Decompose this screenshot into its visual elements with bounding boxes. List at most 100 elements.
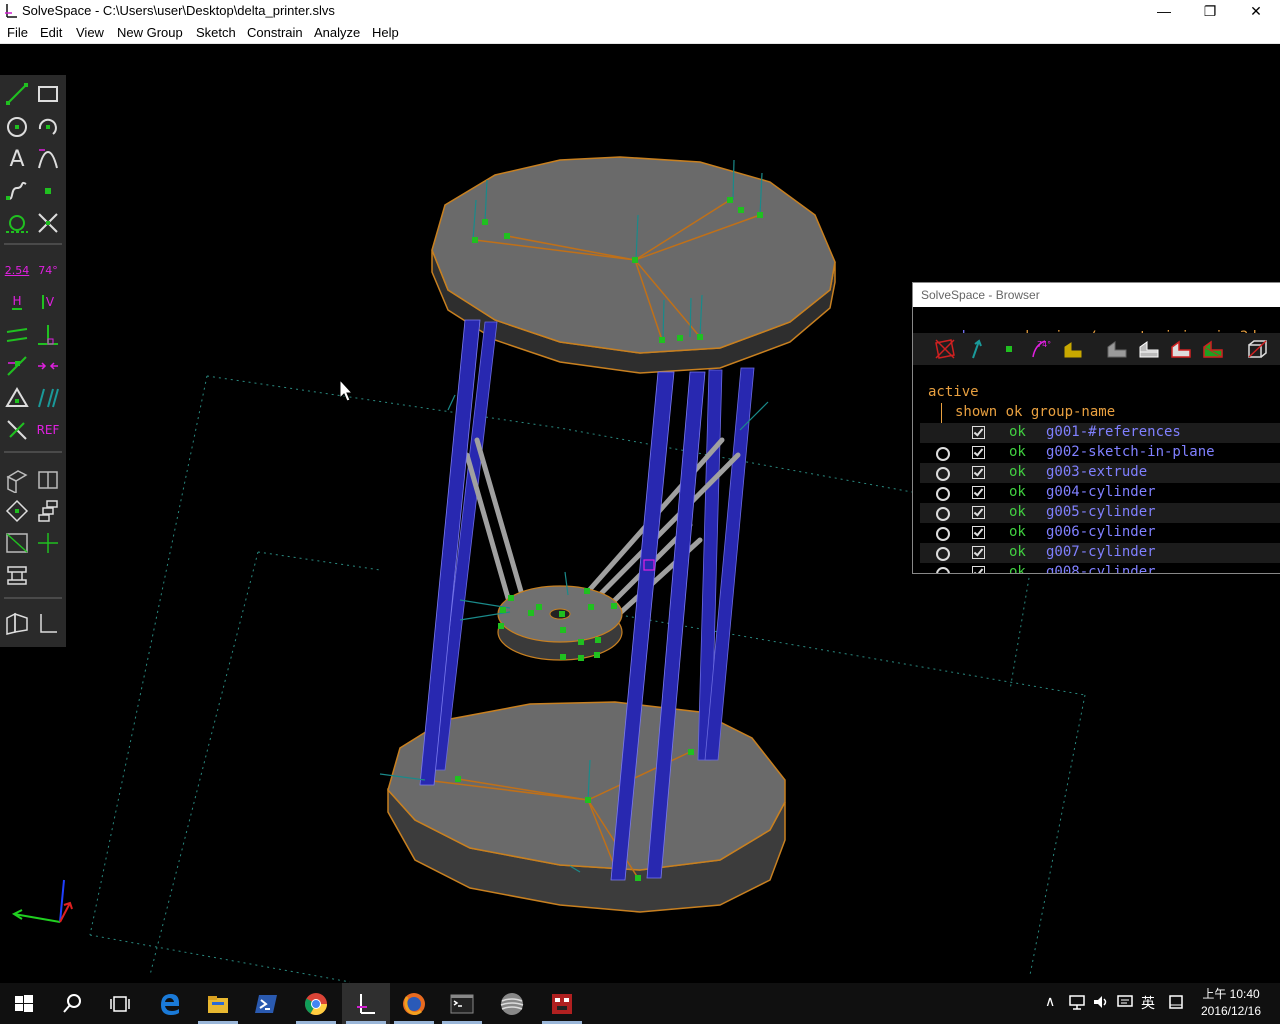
circle-tool-icon[interactable] bbox=[2, 112, 32, 142]
center-view-icon[interactable] bbox=[2, 560, 32, 590]
point-tool-icon[interactable] bbox=[33, 176, 63, 206]
menu-constrain[interactable]: Constrain bbox=[247, 25, 303, 40]
group-active-radio[interactable] bbox=[936, 527, 950, 541]
group-name-link[interactable]: g003-extrude bbox=[1046, 464, 1147, 480]
arc-tool-icon[interactable] bbox=[33, 112, 63, 142]
group-row[interactable]: ok g002-sketch-in-plane bbox=[920, 443, 1280, 463]
point-on-line-constraint-icon[interactable] bbox=[2, 351, 32, 381]
edge-icon[interactable] bbox=[146, 983, 194, 1024]
show-workplanes-icon[interactable] bbox=[931, 336, 959, 362]
group-shown-checkbox[interactable] bbox=[972, 446, 985, 459]
menu-new-group[interactable]: New Group bbox=[117, 25, 183, 40]
symmetric-constraint-icon[interactable] bbox=[33, 351, 63, 381]
menu-analyze[interactable]: Analyze bbox=[314, 25, 360, 40]
powershell-icon[interactable] bbox=[242, 983, 290, 1024]
group-row[interactable]: ok g008-cylinder bbox=[920, 563, 1280, 573]
new-workplane-icon[interactable] bbox=[2, 465, 32, 495]
split-curves-tool-icon[interactable] bbox=[33, 208, 63, 238]
clock[interactable]: 上午 10:40 2016/12/16 bbox=[1196, 986, 1266, 1020]
group-row[interactable]: ok g001-#references bbox=[920, 423, 1280, 443]
effector-platform[interactable] bbox=[497, 585, 623, 661]
group-name-link[interactable]: g006-cylinder bbox=[1046, 524, 1156, 540]
new-sketch-in-plane-icon[interactable] bbox=[33, 608, 63, 638]
file-explorer-icon[interactable] bbox=[194, 983, 242, 1024]
sphere-app-icon[interactable] bbox=[488, 983, 536, 1024]
group-name-link[interactable]: g008-cylinder bbox=[1046, 564, 1156, 573]
equal-length-constraint-icon[interactable] bbox=[2, 383, 32, 413]
group-shown-checkbox[interactable] bbox=[972, 546, 985, 559]
group-shown-checkbox[interactable] bbox=[972, 466, 985, 479]
group-shown-checkbox[interactable] bbox=[972, 486, 985, 499]
group-name-link[interactable]: g004-cylinder bbox=[1046, 484, 1156, 500]
close-button[interactable]: ✕ bbox=[1233, 0, 1279, 22]
menu-help[interactable]: Help bbox=[372, 25, 399, 40]
group-active-radio[interactable] bbox=[936, 547, 950, 561]
start-icon[interactable] bbox=[0, 983, 48, 1024]
game-app-icon[interactable] bbox=[538, 983, 586, 1024]
volume-icon[interactable] bbox=[1092, 993, 1110, 1011]
spline-tool-icon[interactable] bbox=[2, 176, 32, 206]
group-shown-checkbox[interactable] bbox=[972, 566, 985, 573]
task-view-icon[interactable] bbox=[96, 983, 144, 1024]
rectangle-tool-icon[interactable] bbox=[33, 79, 63, 109]
vertical-constraint-icon[interactable]: V bbox=[33, 287, 63, 317]
solvespace-icon[interactable] bbox=[342, 983, 390, 1024]
group-name-link[interactable]: g002-sketch-in-plane bbox=[1046, 444, 1215, 460]
group-shown-checkbox[interactable] bbox=[972, 526, 985, 539]
group-shown-checkbox[interactable] bbox=[972, 426, 985, 439]
distance-dimension-icon[interactable]: 2.54 bbox=[2, 255, 32, 285]
network-icon[interactable] bbox=[1068, 993, 1086, 1011]
text-tool-icon[interactable]: A bbox=[2, 144, 32, 174]
show-points-icon[interactable] bbox=[995, 336, 1023, 362]
new-sketch-in-3d-icon[interactable] bbox=[2, 608, 32, 638]
construction-tool-icon[interactable] bbox=[2, 208, 32, 238]
perpendicular-constraint-icon[interactable] bbox=[33, 320, 63, 350]
menu-file[interactable]: File bbox=[7, 25, 28, 40]
show-constraints-icon[interactable]: 74° bbox=[1027, 336, 1055, 362]
cmd-icon[interactable] bbox=[438, 983, 486, 1024]
firefox-icon[interactable] bbox=[390, 983, 438, 1024]
show-normals-icon[interactable] bbox=[963, 336, 991, 362]
show-edges-icon[interactable] bbox=[1135, 336, 1163, 362]
show-faces-icon[interactable] bbox=[1059, 336, 1087, 362]
step-rotate-icon[interactable] bbox=[2, 496, 32, 526]
menu-edit[interactable]: Edit bbox=[40, 25, 62, 40]
group-active-radio[interactable] bbox=[936, 507, 950, 521]
workplane-nearest-icon[interactable] bbox=[33, 465, 63, 495]
show-shaded-icon[interactable] bbox=[1103, 336, 1131, 362]
maximize-button[interactable]: ❐ bbox=[1187, 0, 1233, 22]
reference-toggle-icon[interactable]: REF bbox=[33, 415, 63, 445]
group-row[interactable]: ok g004-cylinder bbox=[920, 483, 1280, 503]
group-row[interactable]: ok g003-extrude bbox=[920, 463, 1280, 483]
search-icon[interactable] bbox=[48, 983, 96, 1024]
menu-sketch[interactable]: Sketch bbox=[196, 25, 236, 40]
group-active-radio[interactable] bbox=[936, 567, 950, 573]
show-mesh-icon[interactable] bbox=[1199, 336, 1227, 362]
group-name-link[interactable]: g005-cylinder bbox=[1046, 504, 1156, 520]
tray-overflow-icon[interactable]: ∧ bbox=[1045, 993, 1055, 1010]
show-hidden-lines-icon[interactable] bbox=[1243, 336, 1271, 362]
ime-indicator[interactable]: 英 bbox=[1141, 993, 1155, 1013]
chrome-icon[interactable] bbox=[292, 983, 340, 1024]
notification-icon[interactable] bbox=[1167, 993, 1185, 1011]
group-row[interactable]: ok g007-cylinder bbox=[920, 543, 1280, 563]
action-center-icon[interactable] bbox=[1116, 993, 1134, 1011]
group-active-radio[interactable] bbox=[936, 487, 950, 501]
show-outlines-icon[interactable] bbox=[1167, 336, 1195, 362]
group-name-link[interactable]: g001-#references bbox=[1046, 424, 1181, 440]
same-orientation-constraint-icon[interactable] bbox=[33, 383, 63, 413]
group-row[interactable]: ok g005-cylinder bbox=[920, 503, 1280, 523]
menu-view[interactable]: View bbox=[76, 25, 104, 40]
line-tool-icon[interactable] bbox=[2, 79, 32, 109]
nearest-iso-view-icon[interactable] bbox=[33, 528, 63, 558]
angle-dimension-icon[interactable]: 74° bbox=[33, 255, 63, 285]
group-active-radio[interactable] bbox=[936, 467, 950, 481]
step-translate-icon[interactable] bbox=[33, 496, 63, 526]
tangent-arc-tool-icon[interactable] bbox=[33, 144, 63, 174]
group-name-link[interactable]: g007-cylinder bbox=[1046, 544, 1156, 560]
nearest-ortho-view-icon[interactable] bbox=[2, 528, 32, 558]
group-row[interactable]: ok g006-cylinder bbox=[920, 523, 1280, 543]
horizontal-constraint-icon[interactable]: H bbox=[2, 287, 32, 317]
construction-toggle-icon[interactable] bbox=[2, 415, 32, 445]
minimize-button[interactable]: — bbox=[1141, 0, 1187, 22]
